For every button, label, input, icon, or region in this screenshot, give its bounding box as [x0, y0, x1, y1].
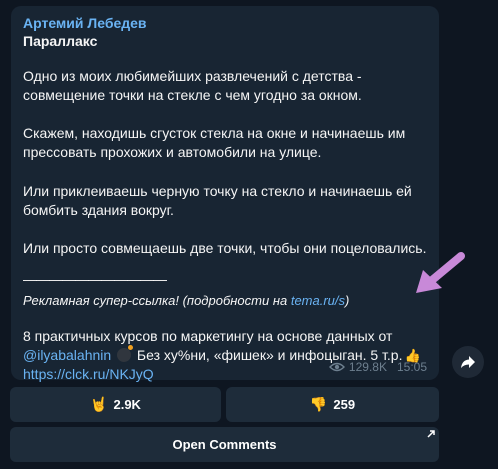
reaction-button-thumbs-down[interactable]: 👎 259	[226, 387, 439, 422]
courses-text: 8 практичных курсов по маркетингу на осн…	[23, 328, 393, 344]
promo-prefix: Рекламная супер-ссылка! (подробности на	[23, 293, 291, 308]
open-comments-button[interactable]: Open Comments	[10, 427, 439, 462]
courses-paragraph: 8 практичных курсов по маркетингу на осн…	[23, 327, 427, 384]
courses-url-link[interactable]: https://clck.ru/NKJyQ	[23, 366, 154, 382]
message-bubble: Артемий Лебедев Параллакс Одно из моих л…	[11, 6, 439, 382]
share-icon	[461, 356, 475, 368]
promo-line: Рекламная супер-ссылка! (подробности на …	[23, 292, 427, 310]
promo-suffix: )	[345, 293, 350, 308]
bomb-emoji-icon	[117, 345, 134, 362]
reaction-button-rock[interactable]: 🤘 2.9K	[10, 387, 221, 422]
message-title: Параллакс	[23, 33, 98, 49]
message-meta: 129.8K 15:05	[328, 360, 427, 374]
message-paragraph: Или просто совмещаешь две точки, чтобы о…	[23, 240, 427, 256]
views-count: 129.8K	[348, 360, 387, 374]
thumbs-down-icon: 👎	[309, 396, 328, 412]
promo-link[interactable]: tema.ru/s	[291, 293, 345, 308]
reaction-count: 259	[333, 397, 356, 412]
message-author[interactable]: Артемий Лебедев	[23, 15, 427, 31]
mention-link[interactable]: @ilyabalahnin	[23, 347, 111, 363]
reaction-count: 2.9K	[113, 397, 141, 412]
share-button[interactable]	[452, 346, 484, 378]
message-paragraph: Одно из моих любимейших развлечений с де…	[23, 68, 362, 103]
message-paragraph: Скажем, находишь сгусток стекла на окне …	[23, 125, 406, 160]
message-time: 15:05	[396, 360, 427, 374]
divider-line: ———————————	[23, 271, 167, 287]
external-open-icon	[427, 430, 435, 438]
eye-icon	[328, 362, 345, 372]
message-paragraph: Или приклеиваешь черную точку на стекло …	[23, 183, 412, 218]
pink-arrow-icon	[416, 252, 465, 293]
rock-hand-icon: 🤘	[90, 396, 108, 412]
open-comments-label: Open Comments	[172, 437, 277, 452]
